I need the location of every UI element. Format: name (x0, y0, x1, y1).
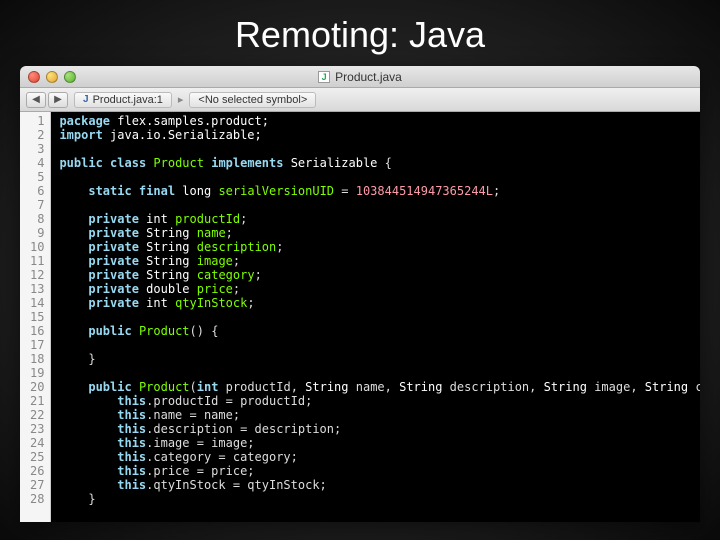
code-area[interactable]: package flex.samples.product;import java… (51, 112, 700, 522)
editor-toolbar: ◀ ▶ J Product.java:1 ▸ <No selected symb… (20, 88, 700, 112)
breadcrumb-separator: ▸ (178, 93, 184, 106)
line-number-gutter: 1234567891011121314151617181920212223242… (20, 112, 51, 522)
slide-title: Remoting: Java (0, 0, 720, 66)
nav-buttons: ◀ ▶ (26, 92, 68, 108)
nav-forward-button[interactable]: ▶ (48, 92, 68, 108)
window-title: J Product.java (20, 70, 700, 84)
java-file-icon: J (318, 71, 330, 83)
editor-window: J Product.java ◀ ▶ J Product.java:1 ▸ <N… (20, 66, 700, 522)
breadcrumb-file-label: Product.java:1 (93, 94, 163, 106)
window-titlebar[interactable]: J Product.java (20, 66, 700, 88)
nav-back-button[interactable]: ◀ (26, 92, 46, 108)
window-title-text: Product.java (335, 70, 402, 84)
breadcrumb-symbol-label: <No selected symbol> (198, 94, 307, 106)
breadcrumb-symbol[interactable]: <No selected symbol> (189, 92, 316, 108)
breadcrumb-file[interactable]: J Product.java:1 (74, 92, 172, 108)
java-file-icon: J (83, 94, 89, 105)
code-editor[interactable]: 1234567891011121314151617181920212223242… (20, 112, 700, 522)
